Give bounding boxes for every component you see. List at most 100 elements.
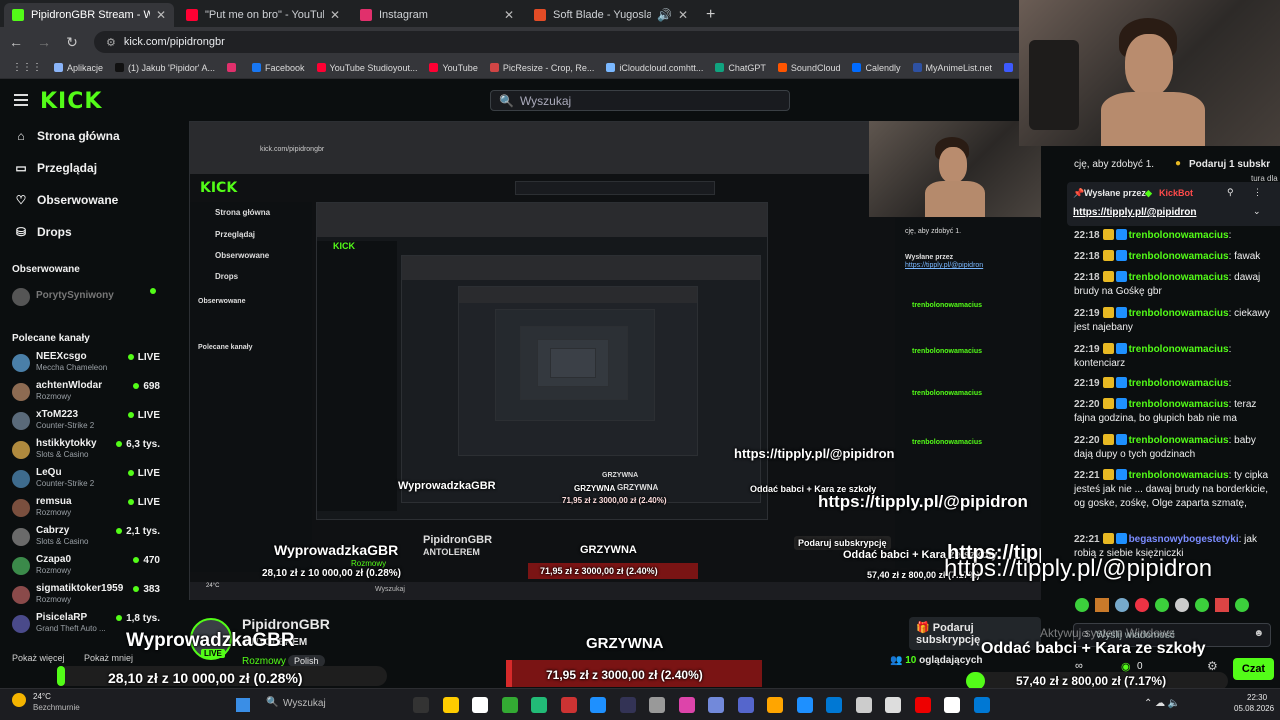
site-info-icon[interactable]: ⚙: [106, 36, 116, 49]
bookmark-item[interactable]: iCloudcloud.comhtt...: [606, 63, 703, 73]
message-username[interactable]: trenbolonowamacius: [1129, 272, 1229, 283]
sidebar-channel[interactable]: hstikkytokky Slots & Casino 6,3 tys.: [12, 438, 162, 462]
taskbar-app-icon[interactable]: [649, 697, 665, 713]
emote-icon[interactable]: [1075, 598, 1089, 612]
show-less-link[interactable]: Pokaż mniej: [84, 653, 133, 663]
chat-message[interactable]: 22:20 trenbolonowamacius: teraz fajna god…: [1074, 398, 1274, 426]
nav-home[interactable]: ⌂ Strona główna: [14, 129, 119, 143]
taskbar-app-icon[interactable]: [737, 697, 754, 713]
unpin-icon[interactable]: ⚲: [1227, 187, 1234, 198]
sidebar-channel[interactable]: sigmatiktoker1959 Rozmowy 383: [12, 583, 162, 607]
taskbar-app-icon[interactable]: [472, 697, 488, 713]
sidebar-channel[interactable]: achtenWlodar Rozmowy 698: [12, 380, 162, 404]
emote-icon[interactable]: [1195, 598, 1209, 612]
send-chat-button[interactable]: Czat: [1233, 658, 1274, 680]
followed-channel[interactable]: PorytySyniwony: [12, 285, 162, 309]
taskbar-app-icon[interactable]: [560, 697, 577, 713]
more-options-icon[interactable]: ⋮: [1253, 187, 1262, 198]
taskbar-app-icon[interactable]: [413, 697, 429, 713]
taskbar-app-icon[interactable]: [855, 697, 872, 713]
bookmark-item[interactable]: YouTube: [429, 63, 478, 73]
sidebar-channel[interactable]: remsua Rozmowy LIVE: [12, 496, 162, 520]
bookmark-item[interactable]: Calendly: [852, 63, 901, 73]
chat-message[interactable]: 22:19 trenbolonowamacius: ciekawy jest na…: [1074, 307, 1274, 335]
weather-icon[interactable]: [12, 693, 26, 707]
emote-icon[interactable]: [1135, 598, 1149, 612]
new-tab-icon[interactable]: +: [706, 3, 715, 27]
close-tab-icon[interactable]: ✕: [330, 8, 340, 22]
taskbar-app-icon[interactable]: [826, 697, 842, 713]
nav-drops[interactable]: ⛁ Drops: [14, 225, 72, 239]
taskbar-app-icon[interactable]: [914, 697, 931, 713]
tab-soundcloud[interactable]: Soft Blade - Yugoslavisky G 🔊 ✕: [526, 3, 696, 27]
taskbar-app-icon[interactable]: [678, 697, 695, 713]
taskbar-app-icon[interactable]: [442, 697, 459, 713]
sidebar-channel[interactable]: Cabrzy Slots & Casino 2,1 tys.: [12, 525, 162, 549]
emote-icon[interactable]: [1175, 598, 1189, 612]
bookmark-item[interactable]: MyAnimeList.net: [912, 63, 992, 73]
taskbar-app-icon[interactable]: [767, 697, 783, 713]
sidebar-channel[interactable]: LeQu Counter-Strike 2 LIVE: [12, 467, 162, 491]
chat-message[interactable]: 22:21 trenbolonowamacius: ty cipka jesteś…: [1074, 469, 1274, 511]
emote-icon[interactable]: [1115, 598, 1129, 612]
message-username[interactable]: trenbolonowamacius: [1129, 435, 1229, 446]
chat-message[interactable]: 22:20 trenbolonowamacius: baby dają dupy …: [1074, 434, 1274, 462]
taskbar-search[interactable]: Wyszukaj: [283, 698, 326, 709]
taskbar-app-icon[interactable]: [973, 697, 990, 713]
bookmark-item[interactable]: Facebook: [252, 63, 305, 73]
chat-message[interactable]: 22:18 trenbolonowamacius:: [1074, 229, 1274, 243]
taskbar-app-icon[interactable]: [885, 697, 901, 713]
taskbar-app-icon[interactable]: [501, 697, 518, 713]
settings-gear-icon[interactable]: ⚙: [1207, 659, 1218, 673]
chat-message[interactable]: 22:18 trenbolonowamacius: fawak: [1074, 250, 1274, 264]
taskbar-app-icon[interactable]: [619, 697, 636, 713]
kick-logo[interactable]: KICK: [40, 89, 102, 114]
sidebar-channel[interactable]: Czapa0 Rozmowy 470: [12, 554, 162, 578]
message-username[interactable]: trenbolonowamacius: [1129, 308, 1229, 319]
tray-icons[interactable]: ⌃ ☁ 🔈: [1144, 698, 1180, 709]
windows-start-icon[interactable]: [236, 698, 250, 712]
chat-message[interactable]: 22:19 trenbolonowamacius: kontenciarz: [1074, 343, 1274, 371]
chat-message[interactable]: 22:19 trenbolonowamacius:: [1074, 377, 1274, 391]
tab-instagram[interactable]: Instagram ✕: [352, 3, 522, 27]
message-username[interactable]: trenbolonowamacius: [1129, 399, 1229, 410]
forward-icon[interactable]: →: [32, 34, 56, 50]
taskbar-app-icon[interactable]: [796, 697, 813, 713]
sidebar-channel[interactable]: NEEXcsgo Meccha Chameleon LIVE: [12, 351, 162, 375]
apps-grid-icon[interactable]: ⋮⋮⋮: [12, 62, 42, 73]
chevron-down-icon[interactable]: ⌄: [1253, 206, 1261, 217]
message-username[interactable]: trenbolonowamacius: [1129, 378, 1229, 389]
bookmark-item[interactable]: (1) Jakub 'Pipidor' A...: [115, 63, 215, 73]
show-more-link[interactable]: Pokaż więcej: [12, 653, 65, 663]
sidebar-channel[interactable]: xToM223 Counter-Strike 2 LIVE: [12, 409, 162, 433]
back-icon[interactable]: ←: [4, 34, 28, 50]
taskbar-app-icon[interactable]: [531, 697, 547, 713]
emote-picker-icon[interactable]: ☻: [1253, 628, 1264, 639]
emote-icon[interactable]: [1095, 598, 1109, 612]
message-username[interactable]: trenbolonowamacius: [1129, 251, 1229, 262]
chat-message[interactable]: 22:18 trenbolonowamacius: dawaj brudy na …: [1074, 271, 1274, 299]
taskbar-app-icon[interactable]: [944, 697, 960, 713]
gift-button[interactable]: Podaruj 1 subskr: [1189, 159, 1270, 170]
search-input[interactable]: 🔍 Wyszukaj: [490, 90, 790, 111]
nav-following[interactable]: ♡ Obserwowane: [14, 193, 119, 207]
message-username[interactable]: begasnowybogestetyki: [1129, 534, 1239, 545]
url-field[interactable]: ⚙ kick.com/pipidrongbr: [94, 31, 1054, 53]
tab-youtube[interactable]: "Put me on bro" - YouTube ✕: [178, 3, 348, 27]
bookmark-item[interactable]: YouTube Studioyout...: [316, 63, 417, 73]
bookmark-item[interactable]: SoundCloud: [777, 63, 840, 73]
message-username[interactable]: trenbolonowamacius: [1129, 470, 1229, 481]
emote-icon[interactable]: [1155, 598, 1169, 612]
reload-icon[interactable]: ↻: [60, 34, 84, 51]
bookmark-item[interactable]: [227, 63, 240, 72]
tab-kick[interactable]: PipidronGBR Stream - Watch Live ✕: [4, 3, 174, 27]
emote-icon[interactable]: [1215, 598, 1229, 612]
audio-icon[interactable]: 🔊: [657, 8, 672, 22]
close-tab-icon[interactable]: ✕: [156, 8, 166, 22]
bookmark-item[interactable]: ChatGPT: [715, 63, 766, 73]
message-username[interactable]: trenbolonowamacius: [1129, 230, 1229, 241]
nav-browse[interactable]: ▭ Przeglądaj: [14, 161, 97, 175]
bookmark-item[interactable]: [1004, 63, 1017, 72]
pinned-link[interactable]: https://tipply.pl/@pipidron: [1073, 207, 1196, 218]
emote-icon[interactable]: [1235, 598, 1249, 612]
